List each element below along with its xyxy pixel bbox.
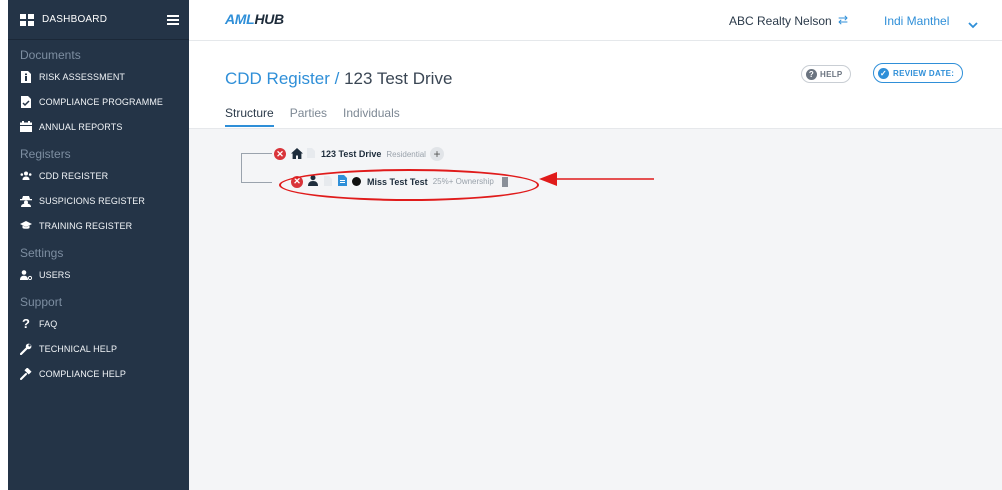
question-mark-icon: ? [21, 316, 31, 331]
help-button-label: HELP [820, 69, 843, 79]
sidebar-item-label: ANNUAL REPORTS [39, 121, 123, 132]
sidebar-item-risk-assessment[interactable]: RISK ASSESSMENT [8, 64, 189, 89]
logo-hub: HUB [254, 11, 284, 27]
users-group-icon [20, 171, 32, 180]
user-menu[interactable]: Indi Manthel [884, 14, 949, 28]
property-type: Residential [386, 149, 426, 159]
sidebar-item-label: CDD REGISTER [39, 170, 109, 181]
sidebar-item-label: TECHNICAL HELP [39, 343, 118, 354]
page-title: 123 Test Drive [344, 69, 453, 88]
tree-connector [241, 153, 272, 183]
sidebar-item-suspicions-register[interactable]: SUSPICIONS REGISTER [8, 188, 189, 213]
calendar-icon [20, 121, 32, 132]
sidebar-item-technical-help[interactable]: TECHNICAL HELP [8, 336, 189, 361]
wrench-icon [20, 343, 32, 355]
sidebar-item-compliance-help[interactable]: COMPLIANCE HELP [8, 361, 189, 386]
organisation-name[interactable]: ABC Realty Nelson [729, 14, 832, 28]
sidebar-item-faq[interactable]: ? FAQ [8, 311, 189, 336]
app-logo[interactable]: AMLHUB [225, 11, 284, 27]
logo-aml: AML [225, 11, 255, 27]
sidebar: DASHBOARD Documents RISK ASSESSMENT COMP… [8, 0, 189, 490]
sidebar-item-label: SUSPICIONS REGISTER [39, 195, 145, 206]
property-node: ✕ 123 Test Drive Residential + [274, 147, 444, 161]
file-icon [307, 148, 315, 160]
graduation-cap-icon [20, 221, 32, 230]
breadcrumb-separator: / [334, 69, 340, 88]
sidebar-item-training-register[interactable]: TRAINING REGISTER [8, 213, 189, 238]
sidebar-item-compliance-programme[interactable]: COMPLIANCE PROGRAMME [8, 89, 189, 114]
chevron-down-icon[interactable] [968, 16, 978, 34]
check-circle-icon: ✓ [878, 67, 889, 79]
annotation-ellipse [279, 169, 539, 201]
sidebar-item-label: COMPLIANCE PROGRAMME [39, 96, 164, 107]
user-settings-icon [20, 269, 32, 280]
sidebar-item-users[interactable]: USERS [8, 262, 189, 287]
review-date-label: REVIEW DATE: [893, 68, 955, 78]
page-header: CDD Register / 123 Test Drive ? HELP ✓ R… [189, 41, 1002, 129]
help-button[interactable]: ? HELP [801, 65, 851, 83]
annotation-arrow-icon [539, 172, 654, 186]
add-party-icon[interactable]: + [429, 147, 444, 161]
tab-bar: Structure Parties Individuals [225, 106, 400, 127]
dashboard-grid-icon [20, 13, 34, 26]
document-check-icon [20, 95, 32, 108]
sidebar-header: DASHBOARD [8, 0, 189, 40]
sidebar-item-label: TRAINING REGISTER [39, 220, 133, 231]
section-support: Support [20, 295, 63, 309]
question-circle-icon: ? [806, 68, 817, 80]
sidebar-item-annual-reports[interactable]: ANNUAL REPORTS [8, 114, 189, 139]
tab-structure[interactable]: Structure [225, 106, 274, 127]
top-bar: AMLHUB ABC Realty Nelson ⇄ Indi Manthel [189, 0, 1002, 41]
section-documents: Documents [20, 48, 81, 62]
sidebar-item-label: FAQ [39, 318, 58, 329]
spy-icon [20, 195, 32, 207]
hamburger-menu-icon[interactable] [167, 14, 179, 25]
section-registers: Registers [20, 147, 71, 161]
sidebar-item-cdd-register[interactable]: CDD REGISTER [8, 163, 189, 188]
document-info-icon [20, 70, 32, 83]
breadcrumb-cdd-register[interactable]: CDD Register [225, 69, 330, 88]
tab-individuals[interactable]: Individuals [343, 106, 400, 127]
sidebar-item-label: RISK ASSESSMENT [39, 71, 126, 82]
house-icon [291, 147, 303, 161]
sidebar-item-label: USERS [39, 269, 71, 280]
dashboard-link[interactable]: DASHBOARD [42, 14, 167, 25]
structure-canvas: ✕ 123 Test Drive Residential + ✕ Miss Te… [189, 129, 1002, 490]
tab-parties[interactable]: Parties [290, 106, 327, 127]
review-date-button[interactable]: ✓ REVIEW DATE: [873, 63, 964, 83]
section-settings: Settings [20, 246, 64, 260]
gavel-icon [20, 367, 32, 380]
remove-property-icon[interactable]: ✕ [274, 148, 286, 160]
property-label[interactable]: 123 Test Drive [321, 149, 381, 159]
breadcrumb: CDD Register / 123 Test Drive [225, 69, 452, 89]
switch-organisation-icon[interactable]: ⇄ [838, 13, 848, 27]
sidebar-item-label: COMPLIANCE HELP [39, 368, 127, 379]
